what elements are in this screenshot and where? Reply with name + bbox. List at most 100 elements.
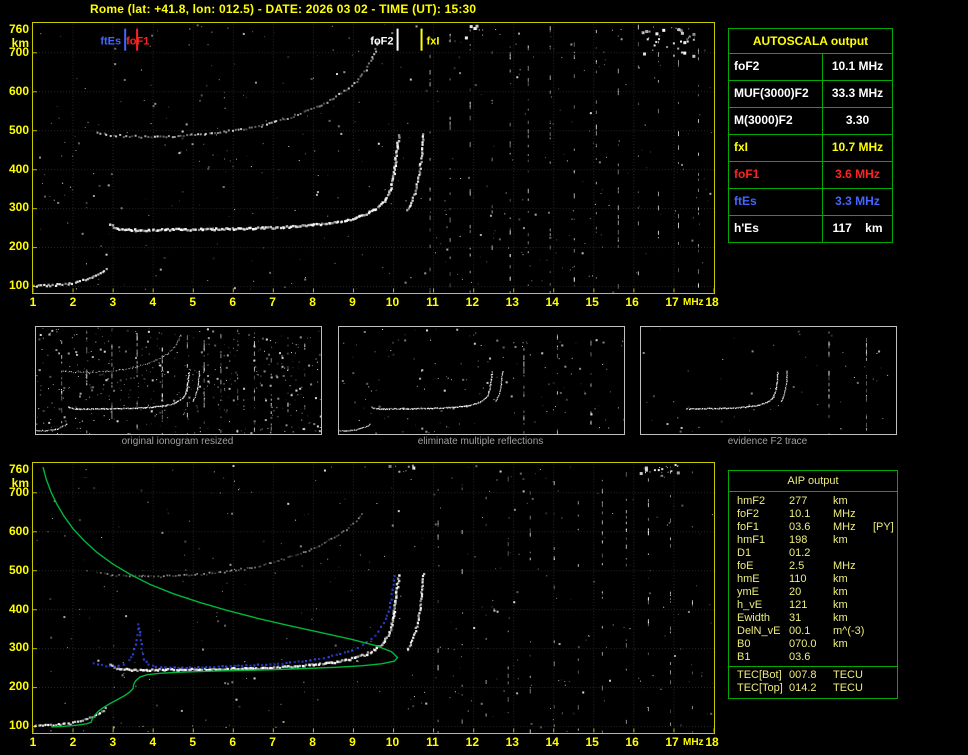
x-axis-label: 6 [229, 735, 237, 749]
top-ionogram-canvas: ftEs foF1 foF2 fxI [33, 23, 714, 293]
aip-value: 03.6 [789, 521, 811, 533]
x-axis-label: 11 [426, 735, 439, 749]
autoscala-table-title: AUTOSCALA output [729, 29, 892, 54]
aip-row: hmF2 277 km [737, 495, 897, 508]
thumbnail-f2-trace-canvas [641, 327, 896, 434]
aip-extra [873, 573, 897, 586]
autoscala-table-rows: foF2 10.1 MHz MUF(3000)F2 33.3 MHz M(3000)F2… [729, 54, 892, 242]
aip-extra [873, 508, 897, 521]
aip-row: foF1 03.6 MHz [PY] [737, 521, 897, 534]
aip-row: foE 2.5 MHz [737, 560, 897, 573]
x-axis-label: 8 [309, 735, 316, 749]
x-axis-label: 7 [269, 735, 276, 749]
aip-extra: [PY] [873, 521, 894, 533]
aip-value: 277 [789, 495, 808, 507]
aip-unit [833, 547, 873, 560]
bottom-ionogram-plot [32, 462, 715, 734]
aip-value: 00.1 [789, 625, 811, 637]
aip-param: h_vE [737, 599, 763, 611]
aip-unit: km [833, 599, 848, 611]
aip-param: hmE [737, 573, 760, 585]
x-axis-label: 3 [109, 295, 117, 309]
svg-text:foF2: foF2 [370, 36, 393, 48]
aip-tec-row: TEC[Bot] 007.8 TECU [737, 669, 897, 682]
y-axis-unit: km [11, 35, 29, 50]
x-axis-label: 14 [545, 295, 559, 309]
y-axis-label: 100 [8, 278, 29, 293]
x-axis-label: 18 [705, 735, 719, 749]
x-axis-label: 12 [465, 735, 480, 749]
svg-text:foF1: foF1 [126, 36, 149, 48]
x-axis-label: 13 [505, 735, 519, 749]
x-axis-label: 4 [149, 735, 157, 749]
aip-row: hmF1 198 km [737, 534, 897, 547]
x-axis-label: 9 [349, 735, 356, 749]
aip-param: TEC[Bot] [737, 669, 782, 681]
aip-param: foE [737, 560, 754, 572]
thumbnail-original-canvas [36, 327, 321, 434]
x-axis-label: 2 [69, 735, 77, 749]
x-axis-label: 11 [426, 295, 439, 309]
svg-text:ftEs: ftEs [100, 36, 121, 48]
aip-param: B1 [737, 651, 751, 663]
aip-unit: MHz [833, 508, 856, 520]
x-axis-label: 10 [385, 295, 400, 309]
x-axis-label: 1 [29, 735, 37, 749]
x-axis-label: 12 [465, 295, 480, 309]
aip-output-table: AIP output hmF2 277 km foF2 10.1 MHz foF1 03.6 M… [728, 470, 898, 699]
aip-extra [873, 651, 897, 664]
aip-param: TEC[Top] [737, 682, 783, 694]
autoscala-param: MUF(3000)F2 [729, 81, 823, 107]
autoscala-value: 33.3 MHz [831, 86, 884, 100]
aip-param: hmF1 [737, 534, 766, 546]
svg-text:fxI: fxI [427, 36, 440, 48]
y-axis-label: 600 [8, 523, 29, 538]
thumbnail-multiples-removed-canvas [339, 327, 624, 434]
aip-unit: km [833, 573, 848, 585]
aip-extra [873, 625, 897, 638]
y-axis-label: 760 [8, 21, 29, 36]
x-axis-label: 7 [269, 295, 276, 309]
thumbnail-caption-f2: evidence F2 trace [727, 436, 808, 447]
autoscala-param: foF2 [729, 54, 823, 80]
aip-unit: MHz [833, 560, 856, 572]
aip-value: 110 [789, 573, 807, 585]
autoscala-value: 117 km [832, 221, 883, 235]
autoscala-param: foF1 [729, 162, 823, 188]
aip-unit: MHz [833, 521, 856, 533]
y-axis-label: 500 [8, 562, 29, 577]
aip-param: D1 [737, 547, 752, 559]
autoscala-row: ftEs 3.3 MHz [729, 189, 892, 216]
y-axis-label: 200 [8, 239, 29, 254]
aip-extra [873, 547, 897, 560]
aip-extra [873, 599, 897, 612]
autoscala-param: h'Es [729, 216, 823, 242]
x-axis-label: 4 [149, 295, 157, 309]
aip-extra [873, 612, 897, 625]
x-axis-label: 5 [189, 295, 197, 309]
y-axis-label: 300 [8, 200, 29, 215]
autoscala-row: h'Es 117 km [729, 216, 892, 242]
aip-row: B1 03.6 [737, 651, 897, 664]
autoscala-row: MUF(3000)F2 33.3 MHz [729, 81, 892, 108]
aip-value: 2.5 [789, 560, 805, 572]
aip-value: 20 [789, 586, 802, 598]
bottom-ionogram-canvas [33, 463, 714, 733]
thumbnail-original-ionogram [35, 326, 322, 435]
autoscala-output-table: AUTOSCALA output foF2 10.1 MHz MUF(3000)F2… [728, 28, 893, 243]
aip-unit: TECU [833, 682, 863, 694]
x-axis-label: 15 [585, 295, 599, 309]
aip-unit: m^(-3) [833, 625, 865, 637]
autoscala-display: Rome (lat: +41.8, lon: 012.5) - DATE: 20… [0, 0, 968, 755]
autoscala-value: 3.30 [845, 113, 870, 127]
aip-unit [833, 651, 873, 664]
x-axis-label: 18 [705, 295, 719, 309]
aip-tec-row: TEC[Top] 014.2 TECU [737, 682, 897, 695]
x-axis-label: 1 [29, 295, 37, 309]
aip-row: D1 01.2 [737, 547, 897, 560]
autoscala-row: foF1 3.6 MHz [729, 162, 892, 189]
x-axis-label: 17 [665, 295, 679, 309]
x-axis-label: 3 [109, 735, 117, 749]
aip-value: 31 [789, 612, 802, 624]
thumbnail-multiples-removed [338, 326, 625, 435]
